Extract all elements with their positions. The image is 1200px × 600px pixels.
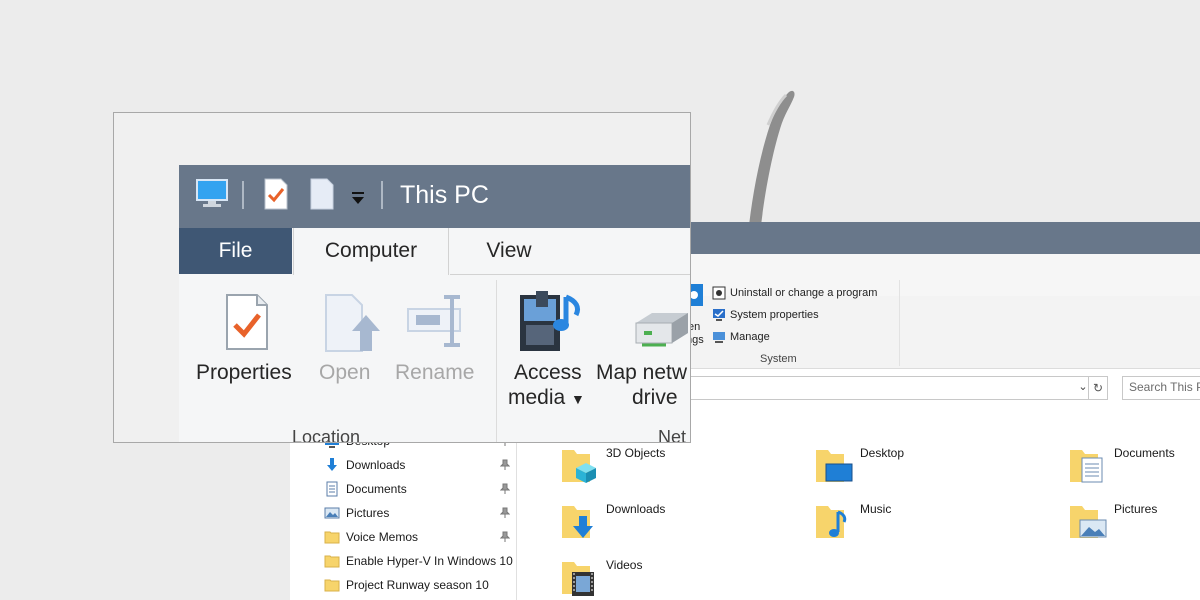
folder-label: 3D Objects bbox=[606, 446, 666, 460]
3d-objects-folder-icon bbox=[562, 450, 596, 483]
folder-label: Videos bbox=[606, 558, 643, 572]
location-group-label: Location bbox=[292, 427, 361, 443]
dropdown-arrow-icon: ▼ bbox=[571, 391, 585, 407]
access-media-button[interactable]: Access bbox=[514, 361, 582, 385]
uninstall-program-button[interactable]: Uninstall or change a program bbox=[712, 283, 877, 303]
search-box[interactable] bbox=[1122, 376, 1200, 400]
system-group-label: System bbox=[760, 353, 797, 365]
refresh-button[interactable]: ↻ bbox=[1088, 376, 1108, 400]
ribbon-tabs: File Computer View bbox=[179, 228, 690, 275]
folder-documents[interactable]: Documents bbox=[1068, 446, 1175, 486]
map-network-drive-button[interactable]: Map netw bbox=[596, 361, 687, 385]
folder-desktop[interactable]: Desktop bbox=[814, 446, 904, 486]
network-group-label: Net bbox=[658, 427, 687, 443]
nav-item-documents[interactable]: Documents bbox=[324, 478, 407, 500]
uninstall-icon bbox=[712, 286, 726, 300]
manage-label: Manage bbox=[730, 331, 770, 343]
downloads-folder-icon bbox=[562, 506, 593, 538]
quick-access-separator bbox=[381, 181, 383, 209]
folder-pictures[interactable]: Pictures bbox=[1068, 502, 1157, 542]
window-title: This PC bbox=[400, 181, 489, 209]
folder-icon bbox=[324, 555, 340, 568]
pictures-folder-icon bbox=[1070, 506, 1107, 538]
music-folder-icon bbox=[816, 506, 847, 538]
tab-file[interactable]: File bbox=[179, 228, 292, 274]
pin-icon[interactable] bbox=[500, 459, 510, 471]
folder-label: Music bbox=[860, 502, 892, 516]
properties-icon bbox=[226, 294, 268, 350]
zoomed-title-bar: This PC bbox=[179, 165, 690, 228]
zoomed-ribbon-callout: This PC File Computer View Properties Op… bbox=[113, 112, 691, 443]
pictures-icon bbox=[324, 507, 340, 519]
rename-button[interactable]: Rename bbox=[395, 361, 474, 385]
system-properties-icon bbox=[713, 309, 725, 321]
navigation-pane: Desktop Downloads Documents Pictures Voi… bbox=[290, 428, 517, 600]
manage-button[interactable]: Manage bbox=[712, 327, 770, 347]
pin-icon[interactable] bbox=[500, 507, 510, 519]
map-network-label-line2: drive bbox=[632, 386, 678, 409]
access-media-dropdown[interactable]: media ▼ bbox=[508, 386, 585, 410]
customize-quick-access-chevron-icon[interactable] bbox=[351, 191, 365, 205]
nav-item-downloads[interactable]: Downloads bbox=[324, 454, 405, 476]
folder-3d-objects[interactable]: 3D Objects bbox=[560, 446, 665, 486]
nav-item-label: Pictures bbox=[346, 506, 390, 520]
nav-item-pictures[interactable]: Pictures bbox=[324, 502, 389, 524]
map-network-drive-dropdown[interactable]: drive bbox=[632, 386, 678, 410]
pin-icon[interactable] bbox=[500, 483, 510, 495]
videos-folder-icon bbox=[562, 562, 594, 596]
address-bar[interactable] bbox=[690, 376, 1106, 400]
uninstall-program-label: Uninstall or change a program bbox=[730, 287, 878, 299]
quick-access-separator bbox=[242, 181, 244, 209]
map-network-drive-icon bbox=[635, 313, 688, 347]
nav-item-label: Enable Hyper-V In Windows 10 bbox=[346, 554, 513, 568]
properties-quick-access-icon[interactable] bbox=[263, 177, 289, 211]
open-button[interactable]: Open bbox=[319, 361, 370, 385]
tab-view[interactable]: View bbox=[469, 228, 549, 274]
folder-label: Documents bbox=[1114, 446, 1175, 460]
new-folder-quick-access-icon[interactable] bbox=[309, 177, 335, 211]
search-input[interactable] bbox=[1123, 377, 1200, 397]
folder-label: Pictures bbox=[1114, 502, 1158, 516]
access-media-label-line2: media bbox=[508, 386, 566, 409]
folder-videos[interactable]: Videos bbox=[560, 558, 642, 598]
folder-icon bbox=[324, 579, 340, 592]
nav-item-label: Downloads bbox=[346, 458, 406, 472]
system-properties-button[interactable]: System properties bbox=[712, 305, 819, 325]
open-icon bbox=[325, 294, 380, 352]
background-hook-image bbox=[748, 90, 795, 235]
downloads-icon bbox=[327, 458, 337, 471]
ribbon-group-divider bbox=[496, 280, 497, 442]
rename-icon bbox=[407, 295, 461, 347]
pin-icon[interactable] bbox=[500, 531, 510, 543]
nav-item-project-runway[interactable]: Project Runway season 10 bbox=[324, 574, 489, 596]
nav-item-label: Documents bbox=[346, 482, 407, 496]
access-media-icon bbox=[520, 291, 581, 351]
folder-downloads[interactable]: Downloads bbox=[560, 502, 665, 542]
nav-item-label: Voice Memos bbox=[346, 530, 419, 544]
folder-label: Downloads bbox=[606, 502, 666, 516]
nav-item-voice-memos[interactable]: Voice Memos bbox=[324, 526, 418, 548]
folder-icon bbox=[324, 531, 340, 544]
ribbon-divider bbox=[899, 280, 900, 366]
system-properties-label: System properties bbox=[730, 309, 819, 321]
documents-icon bbox=[326, 481, 338, 497]
this-pc-icon bbox=[196, 179, 228, 207]
folder-label: Desktop bbox=[860, 446, 905, 460]
manage-icon bbox=[713, 332, 725, 343]
folder-music[interactable]: Music bbox=[814, 502, 891, 542]
documents-folder-icon bbox=[1070, 450, 1103, 483]
nav-item-enable-hyper-v[interactable]: Enable Hyper-V In Windows 10 bbox=[324, 550, 513, 572]
nav-item-label: Project Runway season 10 bbox=[346, 578, 489, 592]
tab-computer[interactable]: Computer bbox=[293, 228, 449, 275]
properties-button[interactable]: Properties bbox=[196, 361, 292, 385]
desktop-folder-icon bbox=[816, 450, 853, 482]
